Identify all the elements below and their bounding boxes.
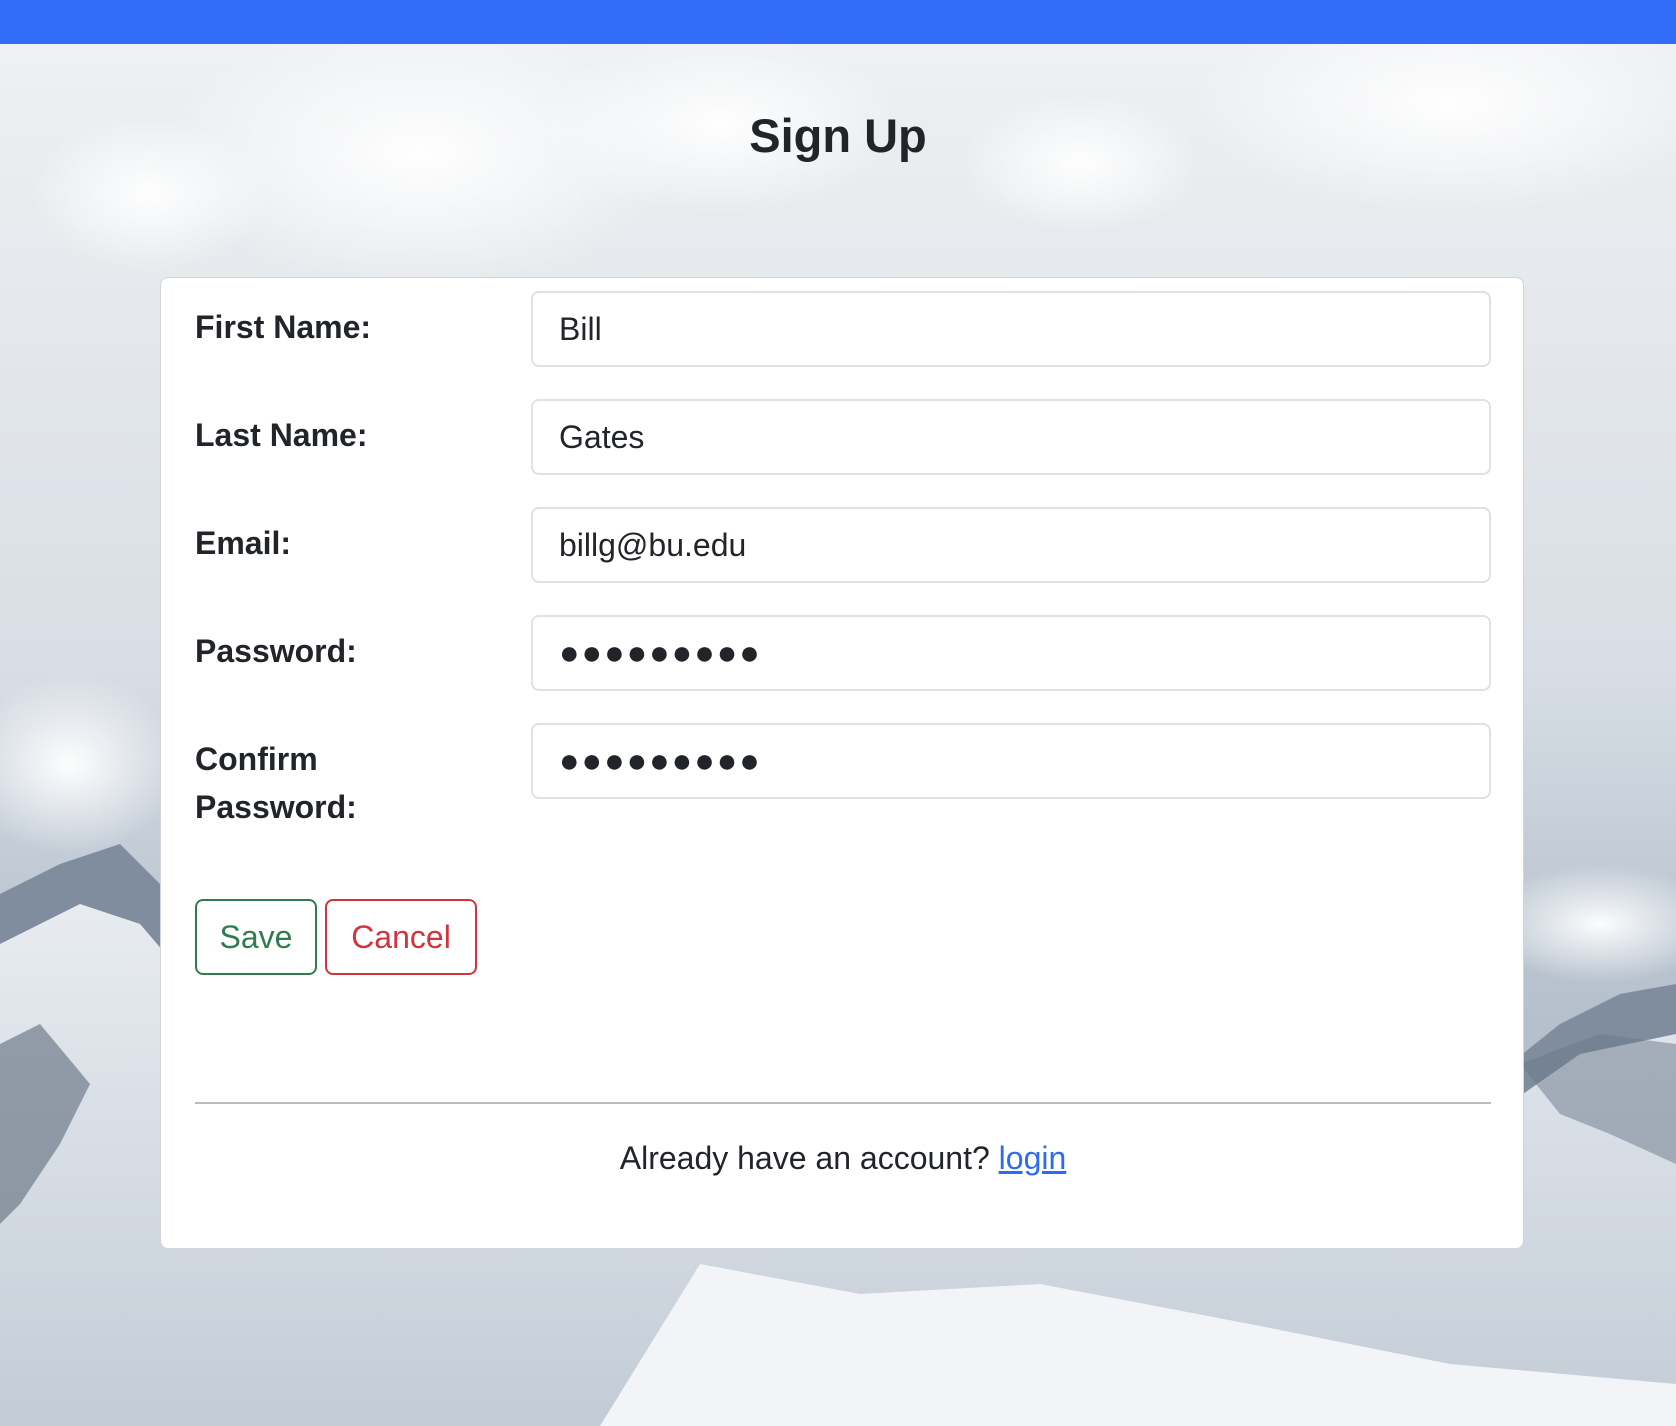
save-button[interactable]: Save xyxy=(195,899,317,975)
password-input[interactable] xyxy=(531,615,1491,691)
confirm-password-label: Confirm Password: xyxy=(195,741,357,825)
cancel-button[interactable]: Cancel xyxy=(325,899,477,975)
signup-form-card: First Name: Last Name: Email: Password: … xyxy=(160,277,1524,1249)
login-prompt: Already have an account? login xyxy=(161,1140,1525,1177)
last-name-label: Last Name: xyxy=(195,417,368,453)
password-label: Password: xyxy=(195,633,357,669)
email-label: Email: xyxy=(195,525,292,561)
first-name-label: First Name: xyxy=(195,309,372,345)
page-title: Sign Up xyxy=(749,109,927,162)
first-name-input[interactable] xyxy=(531,291,1491,367)
confirm-password-input[interactable] xyxy=(531,723,1491,799)
login-link[interactable]: login xyxy=(999,1140,1067,1176)
login-prompt-text: Already have an account? xyxy=(619,1140,990,1176)
top-navbar xyxy=(0,0,1676,44)
email-input[interactable] xyxy=(531,507,1491,583)
divider xyxy=(195,1102,1491,1104)
signup-page: Sign Up First Name: Last Name: Email: Pa… xyxy=(0,0,1676,1426)
last-name-input[interactable] xyxy=(531,399,1491,475)
